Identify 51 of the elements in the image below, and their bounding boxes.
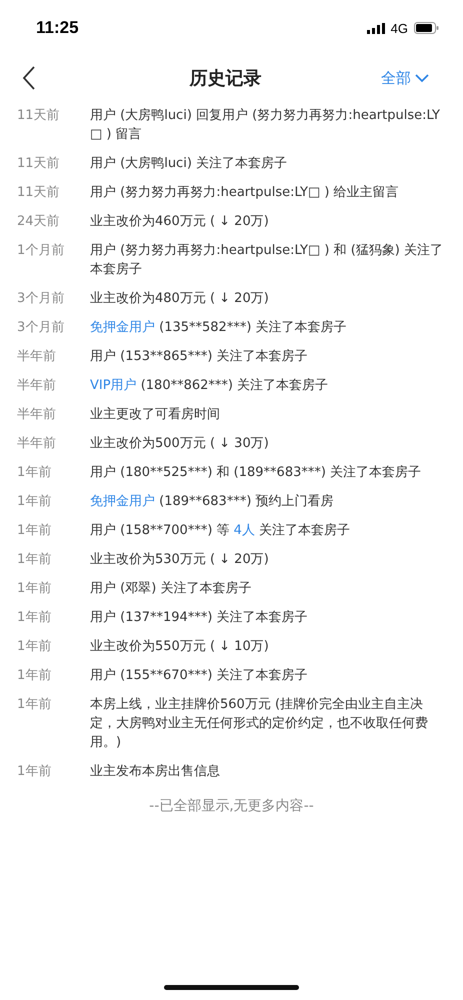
record-text: 业主改价为550万元 ( ↓ 10万) — [90, 638, 270, 656]
record-text: 业主改价为480万元 ( ↓ 20万) — [90, 290, 270, 308]
record-text: 用户 (137**194***) 关注了本套房子 — [90, 609, 309, 627]
record-text: 用户 (158**700***) 等 4人 关注了本套房子 — [90, 522, 352, 540]
record-text: 业主更改了可看房时间 — [90, 406, 221, 424]
record-time: 11天前 — [17, 184, 61, 202]
chevron-down-icon — [415, 74, 429, 82]
record-time: 11天前 — [17, 107, 61, 125]
record-text: 用户 (努力努力再努力:heartpulse:LY□ ) 和 (猛犸象) 关注了本套房子 — [90, 242, 444, 279]
record-time: 1年前 — [17, 609, 52, 627]
record-time: 1年前 — [17, 580, 52, 598]
record-text: 免押金用户 (189**683***) 预约上门看房 — [90, 493, 335, 511]
record-time: 1年前 — [17, 763, 52, 781]
record-time: 1年前 — [17, 638, 52, 656]
record-text: 业主发布本房出售信息 — [90, 763, 221, 781]
record-time: 1年前 — [17, 522, 52, 540]
record-time: 1年前 — [17, 464, 52, 482]
filter-dropdown[interactable]: 全部 — [381, 68, 429, 88]
record-text: 业主改价为530万元 ( ↓ 20万) — [90, 551, 270, 569]
record-text: 用户 (180**525***) 和 (189**683***) 关注了本套房子 — [90, 464, 422, 482]
record-text: 用户 (邓翠) 关注了本套房子 — [90, 580, 252, 598]
record-time: 1个月前 — [17, 242, 66, 260]
signal-icon — [366, 22, 385, 34]
record-time: 半年前 — [17, 435, 57, 453]
record-text: 用户 (155**670***) 关注了本套房子 — [90, 667, 309, 685]
record-text: 用户 (153**865***) 关注了本套房子 — [90, 348, 309, 366]
record-time: 11天前 — [17, 155, 61, 173]
record-time: 1年前 — [17, 551, 52, 569]
record-text: 用户 (大房鸭luci) 关注了本套房子 — [90, 155, 288, 173]
record-text: 本房上线，业主挂牌价560万元 (挂牌价完全由业主自主决定，大房鸭对业主无任何形式的定价约定，也不收取任何费用。) — [90, 696, 429, 752]
record-time: 半年前 — [17, 377, 57, 395]
record-time: 3个月前 — [17, 290, 66, 308]
record-text: 免押金用户 (135**582***) 关注了本套房子 — [90, 319, 348, 337]
record-text: 业主改价为500万元 ( ↓ 30万) — [90, 435, 270, 453]
record-time: 半年前 — [17, 348, 57, 366]
page-title: 历史记录 — [190, 67, 262, 90]
end-of-list-note: --已全部显示,无更多内容-- — [148, 797, 315, 815]
record-time: 1年前 — [17, 667, 52, 685]
battery-icon — [414, 22, 439, 34]
record-text: 业主改价为460万元 ( ↓ 20万) — [90, 213, 270, 231]
back-icon[interactable] — [22, 66, 36, 90]
record-text: 用户 (努力努力再努力:heartpulse:LY□ ) 给业主留言 — [90, 184, 400, 202]
record-time: 3个月前 — [17, 319, 66, 337]
record-text: VIP用户 (180**862***) 关注了本套房子 — [90, 377, 330, 395]
record-time: 1年前 — [17, 696, 52, 714]
record-time: 半年前 — [17, 406, 57, 424]
record-time: 1年前 — [17, 493, 52, 511]
network-label: 4G — [390, 20, 408, 36]
record-text: 用户 (大房鸭luci) 回复用户 (努力努力再努力:heartpulse:LY□ ) 留言 — [90, 107, 441, 144]
record-time: 24天前 — [17, 213, 61, 231]
status-time: 11:25 — [36, 18, 79, 38]
